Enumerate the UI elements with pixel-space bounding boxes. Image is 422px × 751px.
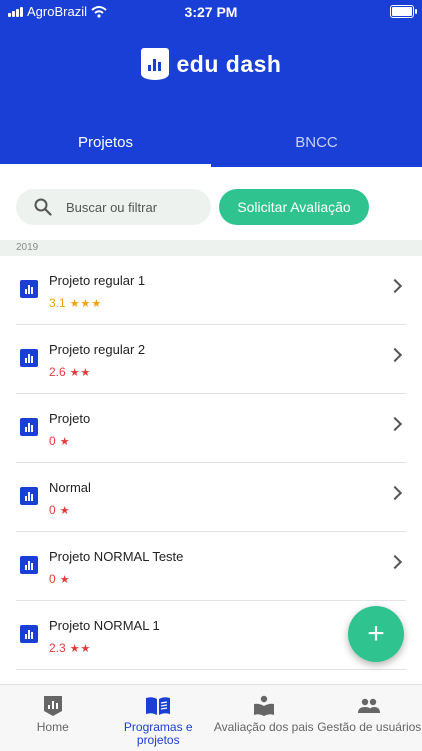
- toolbar: Buscar ou filtrar Solicitar Avaliação: [16, 189, 406, 225]
- project-rating: 2.3 ★★: [49, 641, 91, 655]
- project-title: Normal: [49, 480, 91, 495]
- star-icon: ★★: [70, 366, 92, 379]
- parent-reading-icon: [253, 695, 275, 717]
- project-chart-icon: [20, 349, 38, 367]
- search-input[interactable]: Buscar ou filtrar: [16, 189, 211, 225]
- chevron-right-icon: [388, 417, 402, 431]
- project-title: Projeto NORMAL 1: [49, 618, 160, 633]
- tab-bar: Projetos BNCC: [0, 118, 422, 167]
- project-rating: 3.1 ★★★: [49, 296, 102, 310]
- add-project-button[interactable]: +: [348, 606, 404, 662]
- chevron-right-icon: [388, 486, 402, 500]
- open-book-icon: [145, 696, 171, 716]
- logo-text: edu dash: [177, 51, 282, 78]
- star-icon: ★★: [70, 642, 92, 655]
- nav-home-label: Home: [0, 721, 106, 734]
- rating-score: 2.6: [49, 365, 66, 379]
- rating-score: 0: [49, 503, 56, 517]
- logo-mark-icon: [141, 48, 169, 80]
- chevron-right-icon: [388, 348, 402, 362]
- bottom-navigation: Home Programas e projetos Avaliação dos …: [0, 684, 422, 751]
- rating-score: 0: [49, 434, 56, 448]
- list-item[interactable]: Projeto regular 1 3.1 ★★★: [0, 256, 422, 325]
- app-header: edu dash Projetos BNCC: [0, 24, 422, 167]
- list-item[interactable]: Normal 0 ★: [0, 463, 422, 532]
- project-chart-icon: [20, 418, 38, 436]
- project-title: Projeto regular 1: [49, 273, 145, 288]
- section-year-header: 2019: [0, 240, 422, 256]
- star-icon: ★: [60, 573, 71, 586]
- star-icon: ★: [60, 435, 71, 448]
- project-chart-icon: [20, 625, 38, 643]
- project-title: Projeto NORMAL Teste: [49, 549, 183, 564]
- rating-score: 2.3: [49, 641, 66, 655]
- nav-programas-projetos[interactable]: Programas e projetos: [106, 685, 212, 751]
- home-dashboard-icon: [43, 695, 63, 717]
- nav-gestao-usuarios[interactable]: Gestão de usuários: [317, 685, 422, 751]
- project-title: Projeto regular 2: [49, 342, 145, 357]
- chevron-right-icon: [388, 555, 402, 569]
- star-icon: ★: [60, 504, 71, 517]
- nav-gestao-usuarios-label: Gestão de usuários: [317, 721, 422, 734]
- nav-home[interactable]: Home: [0, 685, 106, 751]
- tab-projetos[interactable]: Projetos: [0, 118, 211, 167]
- chevron-right-icon: [388, 279, 402, 293]
- project-rating: 0 ★: [49, 434, 71, 448]
- rating-score: 3.1: [49, 296, 66, 310]
- nav-avaliacao-pais-label: Avaliação dos pais: [211, 721, 317, 734]
- users-icon: [357, 698, 381, 714]
- project-rating: 0 ★: [49, 503, 71, 517]
- star-icon: ★★★: [70, 297, 103, 310]
- app-logo: edu dash: [0, 48, 422, 80]
- tab-bncc[interactable]: BNCC: [211, 118, 422, 167]
- project-rating: 0 ★: [49, 572, 71, 586]
- request-evaluation-button[interactable]: Solicitar Avaliação: [219, 189, 369, 225]
- status-bar: AgroBrazil 3:27 PM: [0, 0, 422, 24]
- list-item[interactable]: Projeto regular 2 2.6 ★★: [0, 325, 422, 394]
- nav-avaliacao-pais[interactable]: Avaliação dos pais: [211, 685, 317, 751]
- project-title: Projeto: [49, 411, 90, 426]
- search-placeholder: Buscar ou filtrar: [66, 200, 157, 215]
- list-item[interactable]: Projeto NORMAL Teste 0 ★: [0, 532, 422, 601]
- project-chart-icon: [20, 280, 38, 298]
- battery-icon: [390, 5, 414, 18]
- project-chart-icon: [20, 556, 38, 574]
- project-rating: 2.6 ★★: [49, 365, 91, 379]
- rating-score: 0: [49, 572, 56, 586]
- project-chart-icon: [20, 487, 38, 505]
- status-time: 3:27 PM: [0, 4, 422, 20]
- nav-programas-projetos-label: Programas e projetos: [106, 721, 212, 747]
- list-item[interactable]: Projeto 0 ★: [0, 394, 422, 463]
- search-icon: [34, 198, 52, 216]
- project-list: Projeto regular 1 3.1 ★★★ Projeto regula…: [0, 256, 422, 670]
